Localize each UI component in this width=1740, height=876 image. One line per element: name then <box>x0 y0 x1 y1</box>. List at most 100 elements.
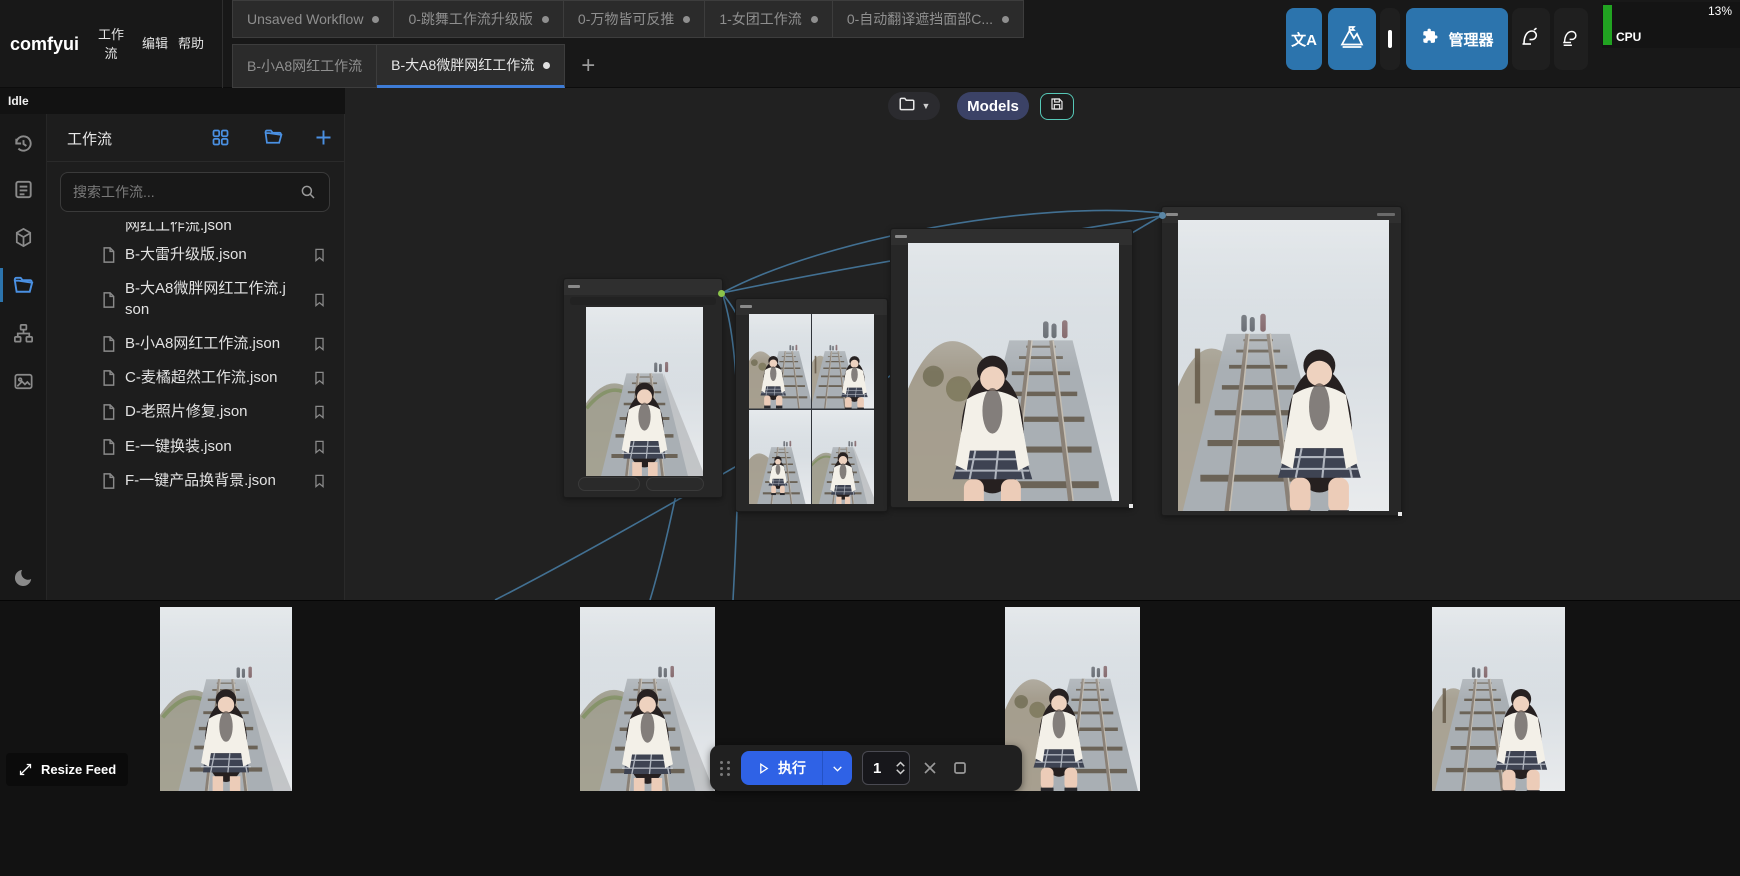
new-workflow-icon[interactable] <box>313 127 334 148</box>
manager-label: 管理器 <box>1448 29 1493 50</box>
workflow-folder-dropdown-button[interactable]: ▼ <box>888 92 940 120</box>
feed-thumbnail[interactable] <box>580 607 715 791</box>
preview-image <box>908 243 1119 501</box>
workflow-tab-r1-4[interactable]: 1-女团工作流 <box>705 0 832 38</box>
menu-item-3[interactable]: 帮助 <box>178 0 204 88</box>
workflow-file-item[interactable]: B-大雷升级版.json <box>47 238 344 272</box>
menu-item-2[interactable]: 编辑 <box>142 0 168 88</box>
run-label: 执行 <box>778 758 806 778</box>
cpu-value: 13% <box>1708 4 1732 18</box>
bookmark-icon[interactable] <box>311 438 328 455</box>
translate-button[interactable]: 文A <box>1286 8 1322 70</box>
feed-thumbnail[interactable] <box>160 607 292 791</box>
workflows-panel: 工作流 <box>47 114 345 600</box>
tab-label: 0-万物皆可反推 <box>578 9 674 29</box>
file-icon <box>99 471 118 490</box>
new-tab-button[interactable]: + <box>565 44 611 88</box>
free-memory-button[interactable] <box>1554 8 1588 70</box>
feed-thumbnail[interactable] <box>1005 607 1140 791</box>
node-widget[interactable] <box>570 297 716 305</box>
workflow-search-box[interactable] <box>60 172 330 212</box>
unsaved-dot-icon <box>372 16 379 23</box>
resize-handle[interactable] <box>1129 504 1133 508</box>
batch-count-input[interactable]: 1 <box>862 751 910 785</box>
workflow-tab-r2-1[interactable]: B-小A8网红工作流 <box>232 44 377 88</box>
unload-models-button[interactable] <box>1512 8 1550 70</box>
preview-node-3[interactable] <box>890 228 1133 508</box>
models-button[interactable]: Models <box>957 92 1029 120</box>
bookmark-icon[interactable] <box>311 291 328 308</box>
drag-handle-icon[interactable] <box>720 761 731 776</box>
model-library-icon[interactable] <box>12 226 35 249</box>
workflow-tab-r1-3[interactable]: 0-万物皆可反推 <box>564 0 705 38</box>
grid-view-icon[interactable] <box>210 127 231 148</box>
bookmark-icon[interactable] <box>311 404 328 421</box>
stepper-up-icon[interactable] <box>896 761 905 767</box>
history-icon[interactable] <box>12 132 35 155</box>
browse-folder-icon[interactable] <box>263 127 284 148</box>
workflow-tab-r1-1[interactable]: Unsaved Workflow <box>232 0 394 38</box>
resize-handle[interactable] <box>1398 512 1402 516</box>
file-name: F-一键产品换背景.json <box>125 471 293 491</box>
output-connector[interactable] <box>718 290 725 297</box>
preview-node-2[interactable] <box>735 298 888 512</box>
bookmark-icon[interactable] <box>311 472 328 489</box>
bookmark-icon[interactable] <box>311 370 328 387</box>
input-connector[interactable] <box>1159 212 1166 219</box>
bookmark-icon[interactable] <box>311 335 328 352</box>
resize-feed-button[interactable]: Resize Feed <box>6 753 128 786</box>
clear-queue-button[interactable] <box>920 758 940 778</box>
preview-node-1[interactable] <box>563 278 723 498</box>
workflow-tabs-row-1: Unsaved Workflow0-跳舞工作流升级版 0-万物皆可反推 1-女团工作… <box>232 0 1024 38</box>
node-widget[interactable] <box>646 477 704 491</box>
file-name: 网红工作流.json <box>125 222 293 236</box>
file-icon <box>99 403 118 422</box>
queue-icon[interactable] <box>12 178 35 201</box>
tab-label: 0-自动翻译遮挡面部C... <box>847 9 993 29</box>
stop-button[interactable] <box>950 758 970 778</box>
collapse-handle-icon <box>1388 30 1392 48</box>
workflow-file-item[interactable]: E-一键换装.json <box>47 430 344 464</box>
collapse-panel-button[interactable] <box>1380 8 1400 70</box>
preview-image <box>749 410 811 505</box>
gallery-icon[interactable] <box>12 370 35 393</box>
stepper-down-icon[interactable] <box>896 769 905 775</box>
workspace-logo-button[interactable] <box>1328 8 1376 70</box>
workflow-file-item-clipped[interactable]: 网红工作流.json <box>47 222 344 238</box>
batch-count-steppers[interactable] <box>896 761 905 775</box>
workflows-folder-icon[interactable] <box>12 274 35 297</box>
workflow-file-item[interactable]: B-小A8网红工作流.json <box>47 327 344 361</box>
workflow-tab-r1-2[interactable]: 0-跳舞工作流升级版 <box>394 0 563 38</box>
workflow-file-item[interactable]: B-大A8微胖网红工作流.json <box>47 272 344 327</box>
node-header[interactable] <box>564 279 722 295</box>
file-icon <box>99 437 118 456</box>
unsaved-dot-icon <box>542 16 549 23</box>
save-workflow-button[interactable] <box>1040 93 1074 120</box>
manager-button[interactable]: 管理器 <box>1406 8 1508 70</box>
workflow-file-item[interactable]: F-一键产品换背景.json <box>47 464 344 498</box>
node-library-icon[interactable] <box>12 322 35 345</box>
bookmark-icon[interactable] <box>311 247 328 264</box>
preview-node-4[interactable] <box>1161 206 1402 516</box>
theme-moon-icon[interactable] <box>12 566 35 589</box>
unload-models-icon <box>1519 25 1543 54</box>
workflow-tab-r1-5[interactable]: 0-自动翻译遮挡面部C... <box>833 0 1024 38</box>
workflow-file-item[interactable]: C-麦橘超然工作流.json <box>47 361 344 395</box>
mountain-icon <box>1337 22 1367 57</box>
run-button[interactable]: 执行 <box>741 751 822 785</box>
workflow-file-item[interactable]: D-老照片修复.json <box>47 395 344 429</box>
graph-canvas[interactable]: ▼ Models <box>345 88 1740 600</box>
node-widget[interactable] <box>578 477 640 491</box>
feed-thumbnail[interactable] <box>1432 607 1565 791</box>
comfyui-window: comfyui 工作流编辑帮助 Unsaved Workflow0-跳舞工作流升… <box>0 0 1740 876</box>
unsaved-dot-icon <box>543 62 550 69</box>
panel-title: 工作流 <box>67 128 112 149</box>
menu-item-1[interactable]: 工作流 <box>98 0 124 88</box>
unsaved-dot-icon <box>683 16 690 23</box>
workflow-tab-r2-2[interactable]: B-大A8微胖网红工作流 <box>377 44 565 88</box>
file-name: B-大A8微胖网红工作流.json <box>125 279 293 320</box>
node-badges <box>1377 213 1395 216</box>
run-options-button[interactable] <box>822 751 852 785</box>
search-input[interactable] <box>61 184 299 200</box>
node-header[interactable] <box>736 299 887 315</box>
